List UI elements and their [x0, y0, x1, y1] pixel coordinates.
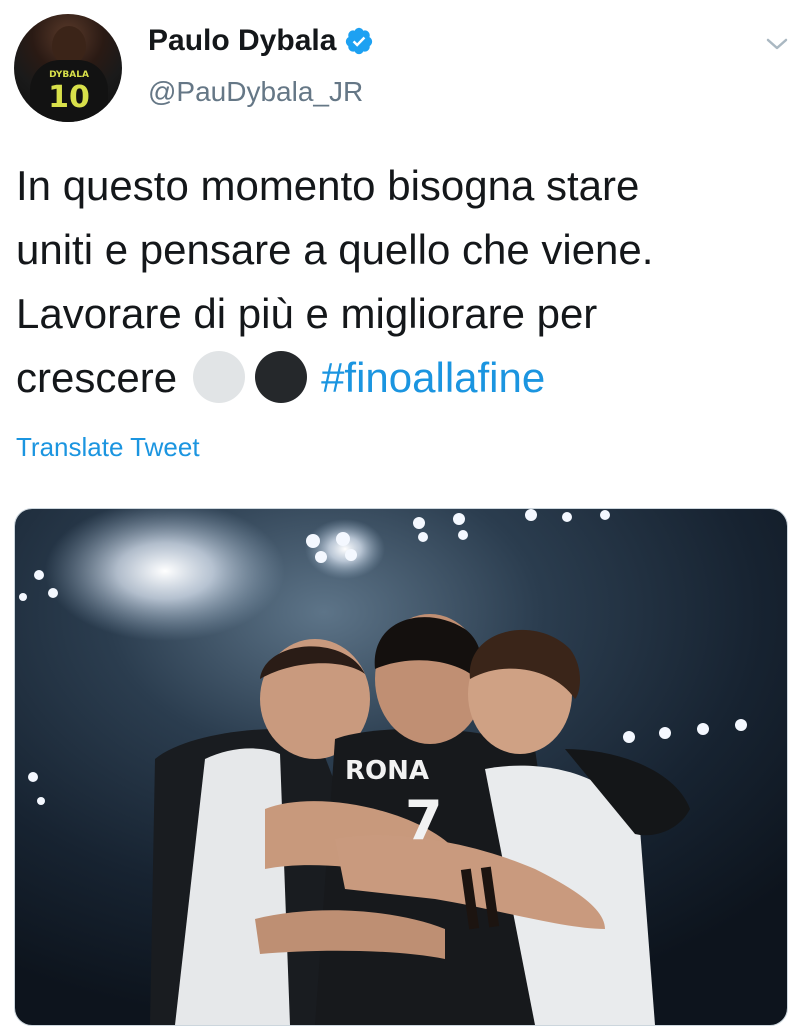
- tweet-photo[interactable]: RONA 7: [14, 508, 788, 1026]
- white-circle-emoji-icon: [193, 350, 246, 403]
- photo-illustration: RONA 7: [15, 509, 787, 1025]
- tweet-line: Lavorare di più e migliorare per: [16, 290, 598, 337]
- photo-jersey-number: 7: [405, 789, 443, 852]
- tweet-line: crescere: [16, 354, 178, 401]
- avatar-jersey-number: 10: [48, 80, 90, 115]
- translate-tweet-link[interactable]: Translate Tweet: [16, 432, 200, 463]
- avatar[interactable]: DYBALA 10: [14, 14, 122, 122]
- chevron-down-icon[interactable]: [762, 34, 792, 54]
- tweet-text: In questo momento bisogna stare uniti e …: [16, 154, 786, 410]
- display-name[interactable]: Paulo Dybala: [148, 24, 336, 58]
- black-circle-emoji-icon: [255, 350, 308, 403]
- tweet-line: uniti e pensare a quello che viene.: [16, 226, 654, 273]
- user-handle[interactable]: @PauDybala_JR: [148, 76, 363, 108]
- avatar-jersey-name: DYBALA: [49, 70, 89, 80]
- tweet-last-line: crescere #finoallafine: [16, 346, 786, 410]
- hashtag-link[interactable]: #finoallafine: [321, 354, 545, 401]
- verified-badge-icon: [346, 27, 373, 55]
- user-header[interactable]: Paulo Dybala: [148, 24, 374, 58]
- photo-jersey-name: RONA: [345, 756, 429, 786]
- avatar-jersey: DYBALA 10: [30, 60, 108, 122]
- tweet-line: In questo momento bisogna stare: [16, 162, 640, 209]
